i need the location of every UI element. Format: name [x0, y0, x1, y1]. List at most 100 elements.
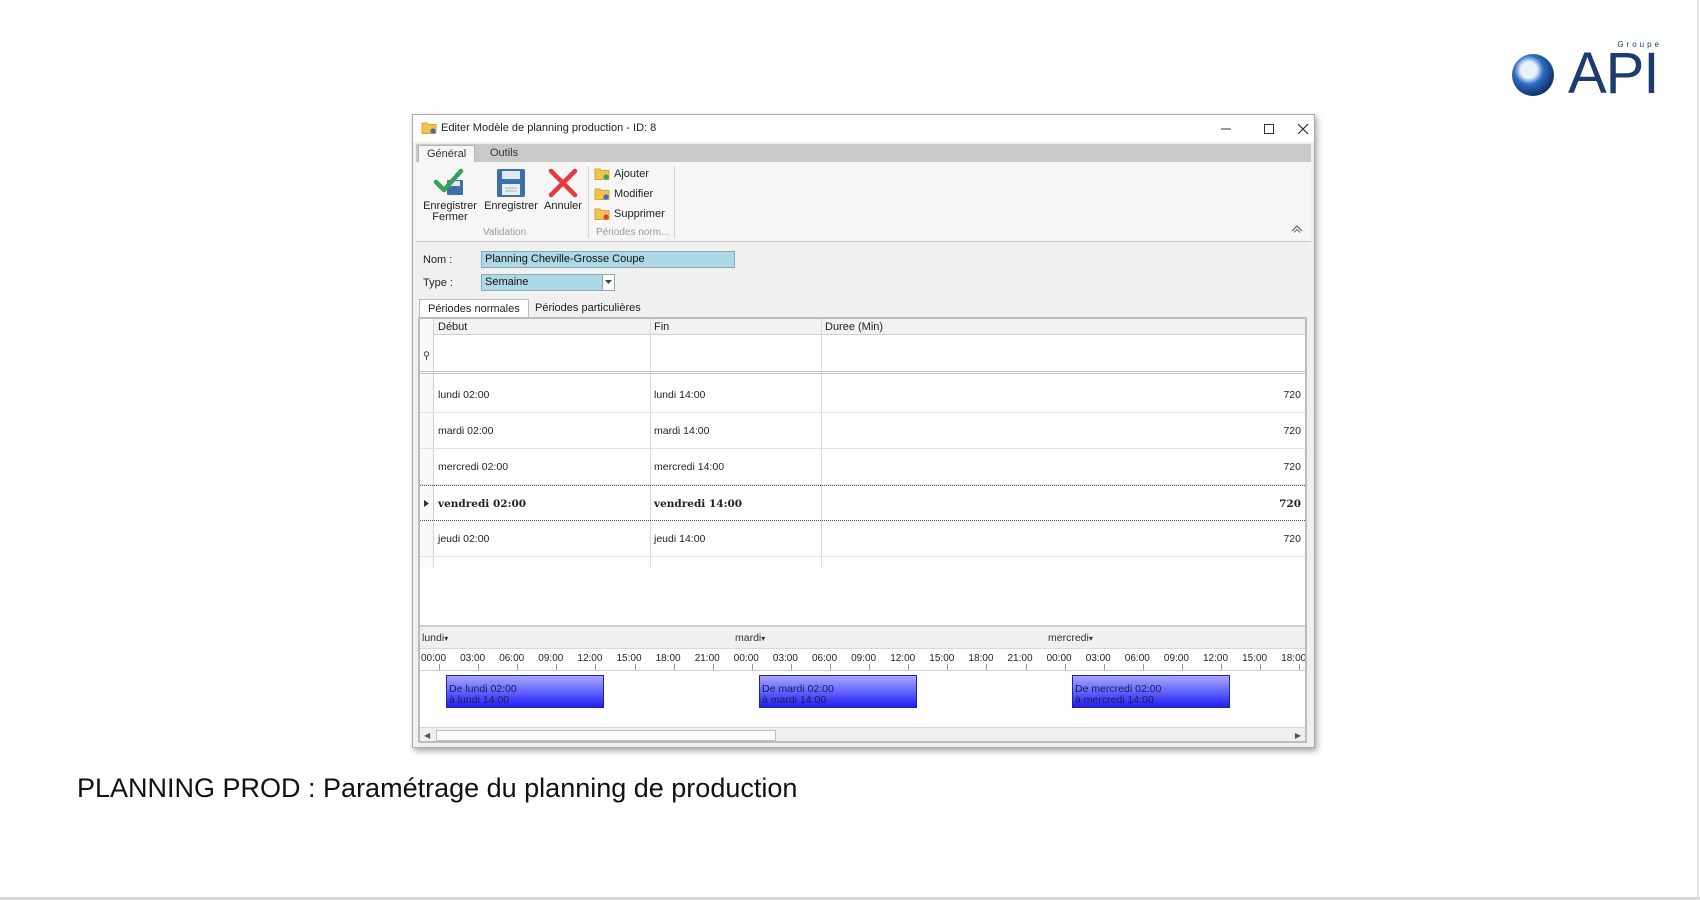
delete-period-button[interactable]: Supprimer: [594, 205, 665, 222]
hour-label: 12:00: [577, 653, 603, 664]
folder-delete-icon: [594, 208, 610, 220]
save-close-button[interactable]: Enregistrer Fermer: [422, 164, 478, 223]
scroll-right-icon[interactable]: ▶: [1295, 731, 1301, 740]
hour-label: 15:00: [1242, 653, 1268, 664]
event-mardi[interactable]: De mardi 02:00 à mardi 14:00: [759, 675, 917, 708]
hour-tick: [1064, 664, 1066, 670]
save-close-label-2: Fermer: [432, 211, 468, 223]
hour-tick: [634, 664, 636, 670]
hour-header-bar: 00:00 03:00 06:00 09:00 12:00 15:00 18:00 21:00…: [420, 649, 1305, 671]
close-button[interactable]: [1291, 115, 1315, 142]
close-icon: [1297, 123, 1309, 134]
scroll-left-icon[interactable]: ◀: [424, 731, 430, 740]
cell-debut: mercredi 02:00: [438, 461, 509, 473]
cell-debut: mardi 02:00: [438, 425, 494, 437]
red-x-icon: [548, 168, 578, 198]
minimize-button[interactable]: [1205, 115, 1247, 142]
maximize-icon: [1264, 123, 1274, 134]
api-logo: Groupe API: [1508, 38, 1668, 106]
logo-orb-icon: [1512, 54, 1554, 96]
folder-edit-icon: [594, 188, 610, 200]
title-bar: Editer Modèle de planning production - I…: [413, 115, 1314, 142]
nom-input[interactable]: Planning Cheville-Grosse Coupe: [481, 251, 735, 268]
table-row-selected[interactable]: vendredi 02:00 vendredi 14:00 720: [420, 485, 1305, 521]
cell-duree: 720: [1283, 389, 1301, 401]
hour-tick: [790, 664, 792, 670]
hour-label: 21:00: [694, 653, 720, 664]
cell-fin: mercredi 14:00: [654, 461, 725, 473]
folder-add-icon: [594, 168, 610, 180]
hour-label: 18:00: [968, 653, 994, 664]
hour-label: 09:00: [538, 653, 564, 664]
hour-tick: [595, 664, 597, 670]
ribbon-tab-general[interactable]: Général: [418, 145, 476, 162]
event-line-2: à lundi 14:00: [449, 694, 510, 706]
hour-tick: [556, 664, 558, 670]
hour-tick: [478, 664, 480, 670]
day-header-mercredi[interactable]: mercredi▾: [1048, 632, 1093, 644]
cell-duree: 720: [1283, 461, 1301, 473]
table-row[interactable]: lundi 02:00 lundi 14:00 720: [420, 377, 1305, 413]
edit-planning-window: Editer Modèle de planning production - I…: [412, 114, 1315, 748]
logo-text: API: [1568, 41, 1659, 106]
nom-label: Nom :: [423, 254, 453, 266]
tab-periodes-normales[interactable]: Périodes normales: [419, 299, 529, 317]
day-header-mardi[interactable]: mardi▾: [735, 632, 765, 644]
table-row[interactable]: mercredi 02:00 mercredi 14:00 720: [420, 449, 1305, 485]
ribbon-group-separator: [674, 166, 675, 238]
hour-label: 03:00: [460, 653, 486, 664]
collapse-ribbon-icon[interactable]: [1291, 224, 1303, 233]
periods-grid: Début Fin Duree (Min) lundi 02:00 lundi …: [418, 317, 1307, 743]
event-line-2: à mercredi 14:00: [1075, 694, 1154, 706]
table-row[interactable]: jeudi 02:00 jeudi 14:00 720: [420, 521, 1305, 557]
event-mercredi[interactable]: De mercredi 02:00 à mercredi 14:00: [1072, 675, 1230, 708]
column-header-duree[interactable]: Duree (Min): [825, 321, 883, 333]
save-button[interactable]: Enregistrer: [484, 164, 538, 212]
hour-tick: [1260, 664, 1262, 670]
ribbon-tab-outils[interactable]: Outils: [482, 145, 526, 162]
folder-edit-icon: [421, 122, 437, 134]
hour-tick: [908, 664, 910, 670]
cell-duree: 720: [1283, 533, 1301, 545]
hour-label: 06:00: [812, 653, 838, 664]
day-header-bar: lundi▾ mardi▾ mercredi▾: [420, 627, 1305, 649]
hour-label: 18:00: [655, 653, 681, 664]
type-select-value: Semaine: [485, 276, 529, 288]
hour-label: 18:00: [1281, 653, 1307, 664]
maximize-button[interactable]: [1248, 115, 1290, 142]
hour-label: 00:00: [1046, 653, 1072, 664]
day-header-lundi[interactable]: lundi▾: [422, 632, 448, 644]
hour-label: 03:00: [772, 653, 798, 664]
new-row[interactable]: [420, 336, 1305, 374]
slide-caption: PLANNING PROD : Paramétrage du planning …: [77, 773, 798, 803]
cell-debut: jeudi 02:00: [438, 533, 490, 545]
hour-tick: [712, 664, 714, 670]
hour-label: 03:00: [1085, 653, 1111, 664]
table-row[interactable]: mardi 02:00 mardi 14:00 720: [420, 413, 1305, 449]
cancel-button[interactable]: Annuler: [542, 164, 584, 212]
hour-label: 15:00: [616, 653, 642, 664]
scrollbar-thumb[interactable]: [436, 730, 776, 741]
hour-label: 00:00: [421, 653, 447, 664]
delete-period-label: Supprimer: [614, 207, 665, 220]
chevron-down-icon[interactable]: [602, 275, 614, 290]
cell-duree: 720: [1279, 498, 1301, 510]
type-select[interactable]: Semaine: [481, 274, 615, 291]
edit-period-button[interactable]: Modifier: [594, 185, 653, 202]
hour-tick: [947, 664, 949, 670]
hour-label: 15:00: [929, 653, 955, 664]
column-header-fin[interactable]: Fin: [654, 321, 669, 333]
event-lundi[interactable]: De lundi 02:00 à lundi 14:00: [446, 675, 604, 708]
hour-tick: [751, 664, 753, 670]
hour-tick: [869, 664, 871, 670]
new-row-pin-icon: [423, 351, 430, 360]
tab-periodes-particulieres[interactable]: Périodes particulières: [527, 299, 649, 317]
horizontal-scrollbar[interactable]: ◀ ▶: [420, 727, 1305, 741]
hour-tick: [1142, 664, 1144, 670]
hour-label: 09:00: [851, 653, 877, 664]
cell-fin: vendredi 14:00: [654, 498, 743, 510]
floppy-disk-icon: [497, 169, 525, 197]
column-header-debut[interactable]: Début: [438, 321, 467, 333]
hour-tick: [1181, 664, 1183, 670]
add-period-button[interactable]: Ajouter: [594, 165, 649, 182]
